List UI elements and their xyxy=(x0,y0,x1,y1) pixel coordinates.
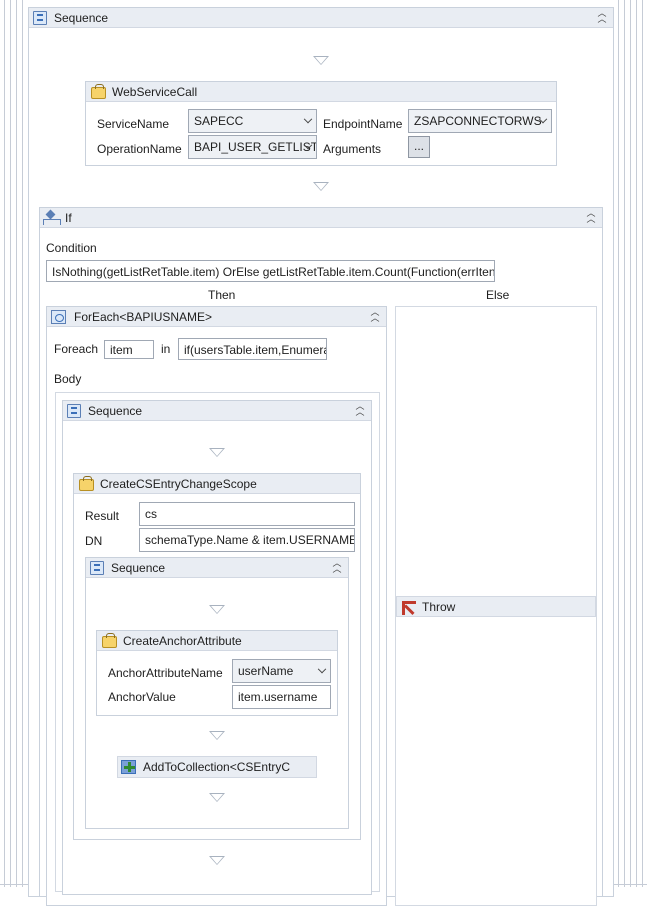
collapse-icon[interactable]: ︿ ︿ xyxy=(595,9,609,25)
chevron-down-icon xyxy=(303,114,313,124)
webservicecall-title: WebServiceCall xyxy=(112,85,198,99)
canvas-border-left xyxy=(4,0,5,887)
operationname-combo[interactable]: BAPI_USER_GETLIST xyxy=(188,135,317,159)
arguments-button[interactable]: ... xyxy=(408,136,430,158)
body-label: Body xyxy=(54,372,82,386)
anchorvalue-input[interactable]: item.username xyxy=(232,685,331,709)
sequence-icon xyxy=(90,561,104,575)
in-label: in xyxy=(161,342,171,356)
chevron-down-icon xyxy=(317,664,327,674)
collapse-icon[interactable]: ︿ ︿ xyxy=(368,308,382,324)
canvas-border-right xyxy=(624,0,625,887)
else-label: Else xyxy=(486,288,510,302)
inner-sequence-header[interactable]: Sequence ︿ ︿ xyxy=(63,401,371,421)
anchor-activity[interactable]: CreateAnchorAttribute AnchorAttributeNam… xyxy=(96,630,338,716)
servicename-label: ServiceName xyxy=(97,117,170,131)
foreach-icon xyxy=(51,310,66,324)
canvas-border-left xyxy=(10,0,11,887)
addtocollection-title: AddToCollection<CSEntryC xyxy=(143,760,291,774)
webservicecall-header[interactable]: WebServiceCall xyxy=(86,82,556,102)
inner-sequence-title: Sequence xyxy=(88,404,143,418)
anchorattributename-label: AnchorAttributeName xyxy=(108,666,223,680)
operationname-label: OperationName xyxy=(97,142,182,156)
if-icon xyxy=(43,211,61,225)
drop-target-arrow-icon[interactable] xyxy=(209,605,225,614)
foreach-label: Foreach xyxy=(54,342,99,356)
canvas-border-right xyxy=(636,0,637,887)
canvas-border-right xyxy=(642,0,643,887)
drop-target-arrow-icon[interactable] xyxy=(209,856,225,865)
operationname-value: BAPI_USER_GETLIST xyxy=(194,140,317,154)
canvas-border-right xyxy=(630,0,631,887)
then-label: Then xyxy=(208,288,236,302)
foreach-title: ForEach<BAPIUSNAME> xyxy=(74,310,213,324)
changescope-header[interactable]: CreateCSEntryChangeScope xyxy=(74,474,360,494)
webservicecall-activity[interactable]: WebServiceCall ServiceName SAPECC Endpoi… xyxy=(85,81,557,166)
throw-icon xyxy=(400,600,416,615)
dn-label: DN xyxy=(85,534,103,548)
result-input[interactable]: cs xyxy=(139,502,355,526)
drop-target-arrow-icon[interactable] xyxy=(209,731,225,740)
if-title: If xyxy=(65,211,72,225)
dn-input[interactable]: schemaType.Name & item.USERNAME xyxy=(139,528,355,552)
servicename-combo[interactable]: SAPECC xyxy=(188,109,317,133)
arguments-label: Arguments xyxy=(323,142,382,156)
condition-label: Condition xyxy=(46,241,97,255)
drop-target-arrow-icon[interactable] xyxy=(209,793,225,802)
foreach-in-input[interactable]: if(usersTable.item,Enumera xyxy=(178,338,327,360)
add-to-collection-icon xyxy=(121,760,136,774)
collapse-icon[interactable]: ︿ ︿ xyxy=(353,402,367,418)
anchor-title: CreateAnchorAttribute xyxy=(123,634,242,648)
collapse-icon[interactable]: ︿ ︿ xyxy=(584,209,598,225)
changescope-title: CreateCSEntryChangeScope xyxy=(100,477,257,491)
endpointname-value: ZSAPCONNECTORWS xyxy=(414,114,542,128)
innermost-sequence-title: Sequence xyxy=(111,561,166,575)
condition-input[interactable]: IsNothing(getListRetTable.item) OrElse g… xyxy=(46,260,495,282)
servicename-value: SAPECC xyxy=(194,114,244,128)
canvas-border-right xyxy=(618,0,619,887)
foreach-item-input[interactable]: item xyxy=(104,340,154,359)
collapse-icon[interactable]: ︿ ︿ xyxy=(330,559,344,575)
outer-sequence-header[interactable]: Sequence ︿ ︿ xyxy=(29,8,613,28)
drop-target-arrow-icon[interactable] xyxy=(313,182,329,191)
anchorvalue-label: AnchorValue xyxy=(108,690,176,704)
code-activity-icon xyxy=(91,84,106,99)
sequence-icon xyxy=(33,11,47,25)
sequence-icon xyxy=(67,404,81,418)
canvas-border-left xyxy=(16,0,17,887)
if-header[interactable]: If ︿ ︿ xyxy=(40,208,602,228)
throw-title: Throw xyxy=(422,600,456,614)
canvas-border-left xyxy=(22,0,23,887)
result-label: Result xyxy=(85,509,120,523)
endpointname-label: EndpointName xyxy=(323,117,403,131)
anchorattributename-combo[interactable]: userName xyxy=(232,659,331,683)
code-activity-icon xyxy=(79,476,94,491)
innermost-sequence-header[interactable]: Sequence ︿ ︿ xyxy=(86,558,348,578)
anchor-header[interactable]: CreateAnchorAttribute xyxy=(97,631,337,651)
code-activity-icon xyxy=(102,633,117,648)
addtocollection-activity[interactable]: AddToCollection<CSEntryC xyxy=(117,756,317,778)
drop-target-arrow-icon[interactable] xyxy=(313,56,329,65)
outer-sequence-title: Sequence xyxy=(54,11,109,25)
drop-target-arrow-icon[interactable] xyxy=(209,448,225,457)
endpointname-combo[interactable]: ZSAPCONNECTORWS xyxy=(408,109,552,133)
foreach-header[interactable]: ForEach<BAPIUSNAME> ︿ ︿ xyxy=(47,307,386,327)
throw-activity[interactable]: Throw xyxy=(396,596,596,617)
anchorattributename-value: userName xyxy=(238,664,294,678)
